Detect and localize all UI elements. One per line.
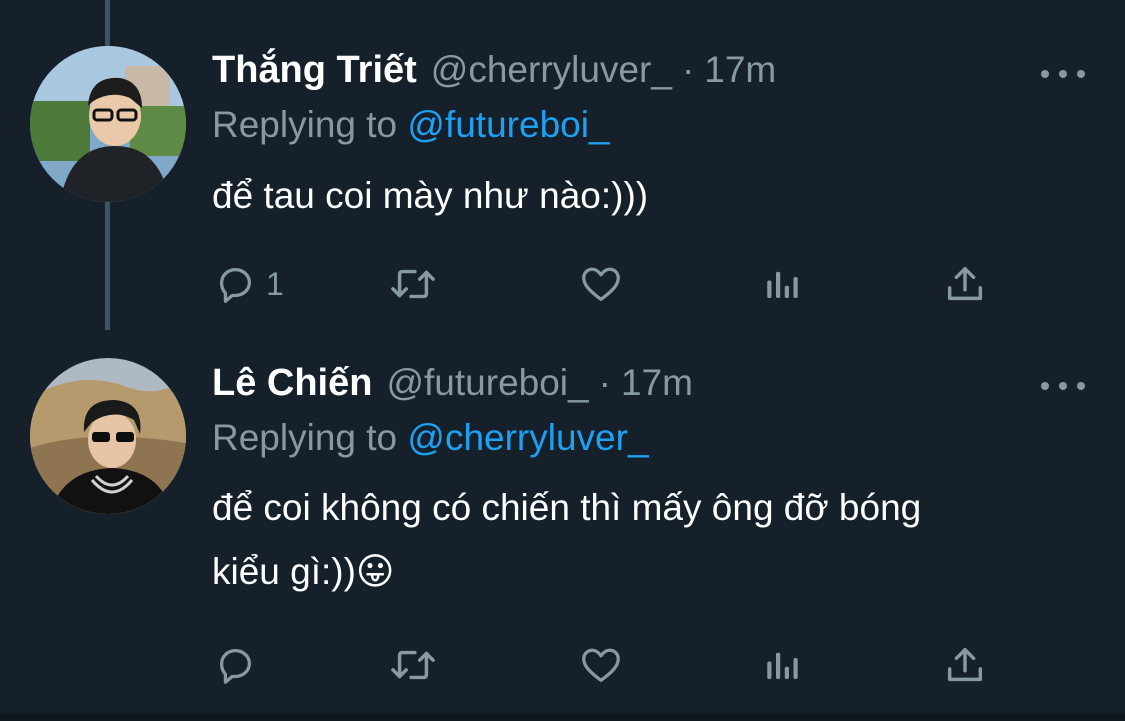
share-button[interactable]	[942, 259, 988, 309]
retweet-icon	[391, 269, 435, 299]
more-horizontal-icon[interactable]	[1041, 376, 1085, 396]
avatar[interactable]	[30, 358, 186, 514]
share-icon	[947, 647, 983, 682]
replying-to-line: Replying to @futureboi_	[212, 104, 610, 146]
share-icon	[947, 266, 983, 301]
separator-dot: ·	[681, 49, 695, 90]
retweet-button[interactable]	[387, 640, 439, 690]
replying-prefix: Replying to	[212, 417, 398, 458]
like-button[interactable]	[577, 259, 625, 309]
tweet[interactable]: Lê Chiến @futureboi_ · 17m Replying to @…	[0, 340, 1125, 714]
tweet[interactable]: Thắng Triết @cherryluver_ · 17m Replying…	[0, 0, 1125, 340]
bottom-divider	[0, 713, 1125, 721]
reply-count: 1	[266, 265, 284, 302]
reply-icon	[219, 267, 252, 303]
tweet-text-line: kiểu gì:))😛	[212, 551, 395, 592]
display-name[interactable]: Lê Chiến	[212, 362, 372, 405]
reply-button[interactable]	[212, 640, 266, 690]
more-horizontal-icon[interactable]	[1041, 64, 1085, 84]
reply-icon	[219, 648, 252, 684]
tweet-text-line: để coi không có chiến thì mấy ông đỡ bón…	[212, 487, 922, 528]
timestamp[interactable]: 17m	[621, 362, 693, 404]
user-handle[interactable]: @futureboi_	[386, 362, 588, 404]
avatar[interactable]	[30, 46, 186, 202]
heart-icon	[582, 267, 620, 301]
retweet-button[interactable]	[387, 259, 439, 309]
like-button[interactable]	[577, 640, 625, 690]
tweet-actions	[212, 640, 1012, 690]
tweet-text: để coi không có chiến thì mấy ông đỡ bón…	[212, 476, 1082, 604]
reply-button[interactable]: 1	[212, 259, 284, 309]
analytics-button[interactable]	[762, 640, 804, 690]
analytics-icon	[767, 652, 798, 679]
analytics-icon	[767, 271, 798, 298]
analytics-button[interactable]	[762, 259, 804, 309]
heart-icon	[582, 648, 620, 682]
tweet-actions: 1	[212, 259, 1012, 309]
display-name[interactable]: Thắng Triết	[212, 49, 417, 92]
tweet-text-line: để tau coi mày như nào:)))	[212, 175, 649, 216]
retweet-icon	[391, 650, 435, 680]
share-button[interactable]	[942, 640, 988, 690]
replying-mention-link[interactable]: @futureboi_	[407, 104, 609, 145]
tweet-header: Lê Chiến @futureboi_ · 17m	[212, 362, 693, 412]
replying-mention-link[interactable]: @cherryluver_	[407, 417, 648, 458]
replying-to-line: Replying to @cherryluver_	[212, 417, 649, 459]
timestamp[interactable]: 17m	[704, 49, 776, 91]
tweet-text: để tau coi mày như nào:)))	[212, 164, 1082, 228]
user-handle[interactable]: @cherryluver_	[431, 49, 672, 91]
separator-dot: ·	[598, 362, 611, 403]
tweet-header: Thắng Triết @cherryluver_ · 17m	[212, 49, 776, 99]
replying-prefix: Replying to	[212, 104, 398, 145]
